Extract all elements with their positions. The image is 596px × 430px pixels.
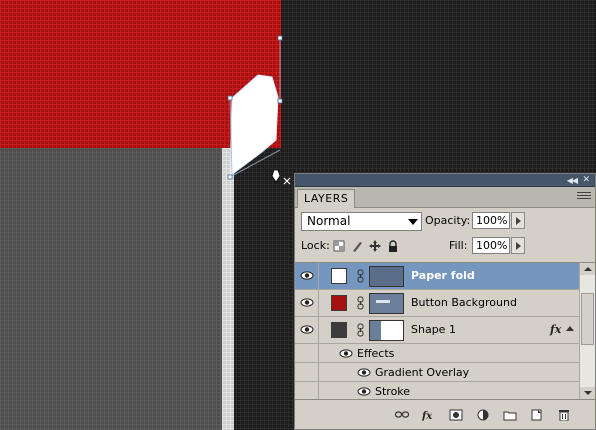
- eye-icon[interactable]: [339, 348, 353, 359]
- eye-icon[interactable]: [357, 386, 371, 397]
- svg-text:fx: fx: [422, 411, 433, 421]
- thumbnail-shape: [376, 300, 390, 303]
- fill-input[interactable]: 100%: [472, 237, 510, 254]
- eye-icon: [300, 325, 314, 334]
- layer-name[interactable]: Paper fold: [411, 269, 475, 283]
- lock-all-icon[interactable]: [387, 240, 399, 252]
- layer-mask-thumbnail[interactable]: [369, 320, 404, 341]
- lock-label: Lock:: [301, 239, 330, 252]
- lock-transparent-pixels-icon[interactable]: [333, 240, 345, 252]
- layer-color-swatch[interactable]: [331, 268, 347, 284]
- layer-color-swatch[interactable]: [331, 295, 347, 311]
- panel-tab-row: LAYERS: [295, 187, 595, 208]
- anchor-point: [227, 95, 233, 101]
- link-layers-icon[interactable]: [395, 409, 409, 421]
- thumbnail-shape: [370, 321, 381, 340]
- scroll-thumb[interactable]: [581, 293, 594, 345]
- scroll-up-icon[interactable]: [580, 263, 595, 275]
- eye-icon: [300, 298, 314, 307]
- anchor-point: [227, 174, 233, 180]
- close-icon[interactable]: ✕: [582, 174, 590, 187]
- visibility-toggle[interactable]: [295, 317, 319, 343]
- chain-link-icon[interactable]: [357, 296, 364, 310]
- eye-icon[interactable]: [357, 367, 371, 378]
- tab-layers[interactable]: LAYERS: [297, 189, 356, 208]
- paper-fold-shape: [229, 74, 279, 178]
- blend-mode-select[interactable]: Normal: [301, 212, 422, 231]
- delete-layer-icon[interactable]: [557, 409, 571, 421]
- scroll-down-icon[interactable]: [580, 387, 595, 399]
- new-layer-icon[interactable]: [530, 409, 544, 421]
- opacity-input[interactable]: 100%: [472, 212, 510, 229]
- pen-cursor-icon: [271, 169, 291, 185]
- eye-icon: [300, 271, 314, 280]
- panel-menu-icon[interactable]: [577, 192, 591, 202]
- anchor-point: [277, 98, 283, 104]
- new-group-icon[interactable]: [503, 409, 517, 421]
- lock-position-icon[interactable]: [369, 240, 381, 252]
- chevron-down-icon: [408, 219, 418, 225]
- chain-link-icon[interactable]: [357, 323, 364, 337]
- lock-image-pixels-icon[interactable]: [351, 240, 363, 252]
- eye-column: [295, 344, 319, 362]
- chain-link-icon[interactable]: [357, 269, 364, 283]
- layer-mask-thumbnail[interactable]: [369, 266, 404, 287]
- fill-label: Fill:: [449, 239, 468, 252]
- layer-mask-thumbnail[interactable]: [369, 293, 404, 314]
- layers-bottom-toolbar: fx: [295, 399, 595, 429]
- layers-list: Paper fold Button Background Shape 1 fx …: [295, 262, 579, 401]
- effects-expand-toggle[interactable]: [566, 326, 574, 331]
- layer-name[interactable]: Shape 1: [411, 323, 456, 337]
- collapse-arrows-icon[interactable]: ◀◀: [567, 174, 578, 187]
- fx-icon[interactable]: fx: [550, 323, 561, 336]
- blend-mode-value: Normal: [307, 214, 351, 228]
- adjustment-layer-icon[interactable]: [476, 409, 490, 421]
- layer-color-swatch[interactable]: [331, 322, 347, 338]
- layers-scrollbar[interactable]: [579, 262, 595, 399]
- opacity-label: Opacity:: [425, 214, 471, 227]
- eye-column: [295, 363, 319, 381]
- visibility-toggle[interactable]: [295, 263, 319, 289]
- effects-row[interactable]: Effects: [295, 344, 579, 363]
- panel-titlebar[interactable]: ◀◀ ✕: [295, 174, 595, 187]
- fill-slider-button[interactable]: [511, 237, 525, 254]
- layer-row-button-background[interactable]: Button Background: [295, 290, 579, 317]
- layer-mask-icon[interactable]: [449, 409, 463, 421]
- effect-row-gradient-overlay[interactable]: Gradient Overlay: [295, 363, 579, 382]
- layer-row-paper-fold[interactable]: Paper fold: [295, 263, 579, 290]
- effects-label: Effects: [357, 347, 395, 360]
- layer-row-shape-1[interactable]: Shape 1 fx: [295, 317, 579, 344]
- anchor-point: [277, 35, 283, 41]
- effect-name: Gradient Overlay: [375, 366, 470, 379]
- visibility-toggle[interactable]: [295, 290, 319, 316]
- layer-name[interactable]: Button Background: [411, 296, 517, 310]
- layers-panel: ◀◀ ✕ LAYERS Normal Opacity: 100% Lock: F…: [294, 173, 596, 430]
- fx-icon[interactable]: fx: [422, 409, 436, 421]
- effect-name: Stroke: [375, 385, 411, 398]
- opacity-slider-button[interactable]: [511, 212, 525, 229]
